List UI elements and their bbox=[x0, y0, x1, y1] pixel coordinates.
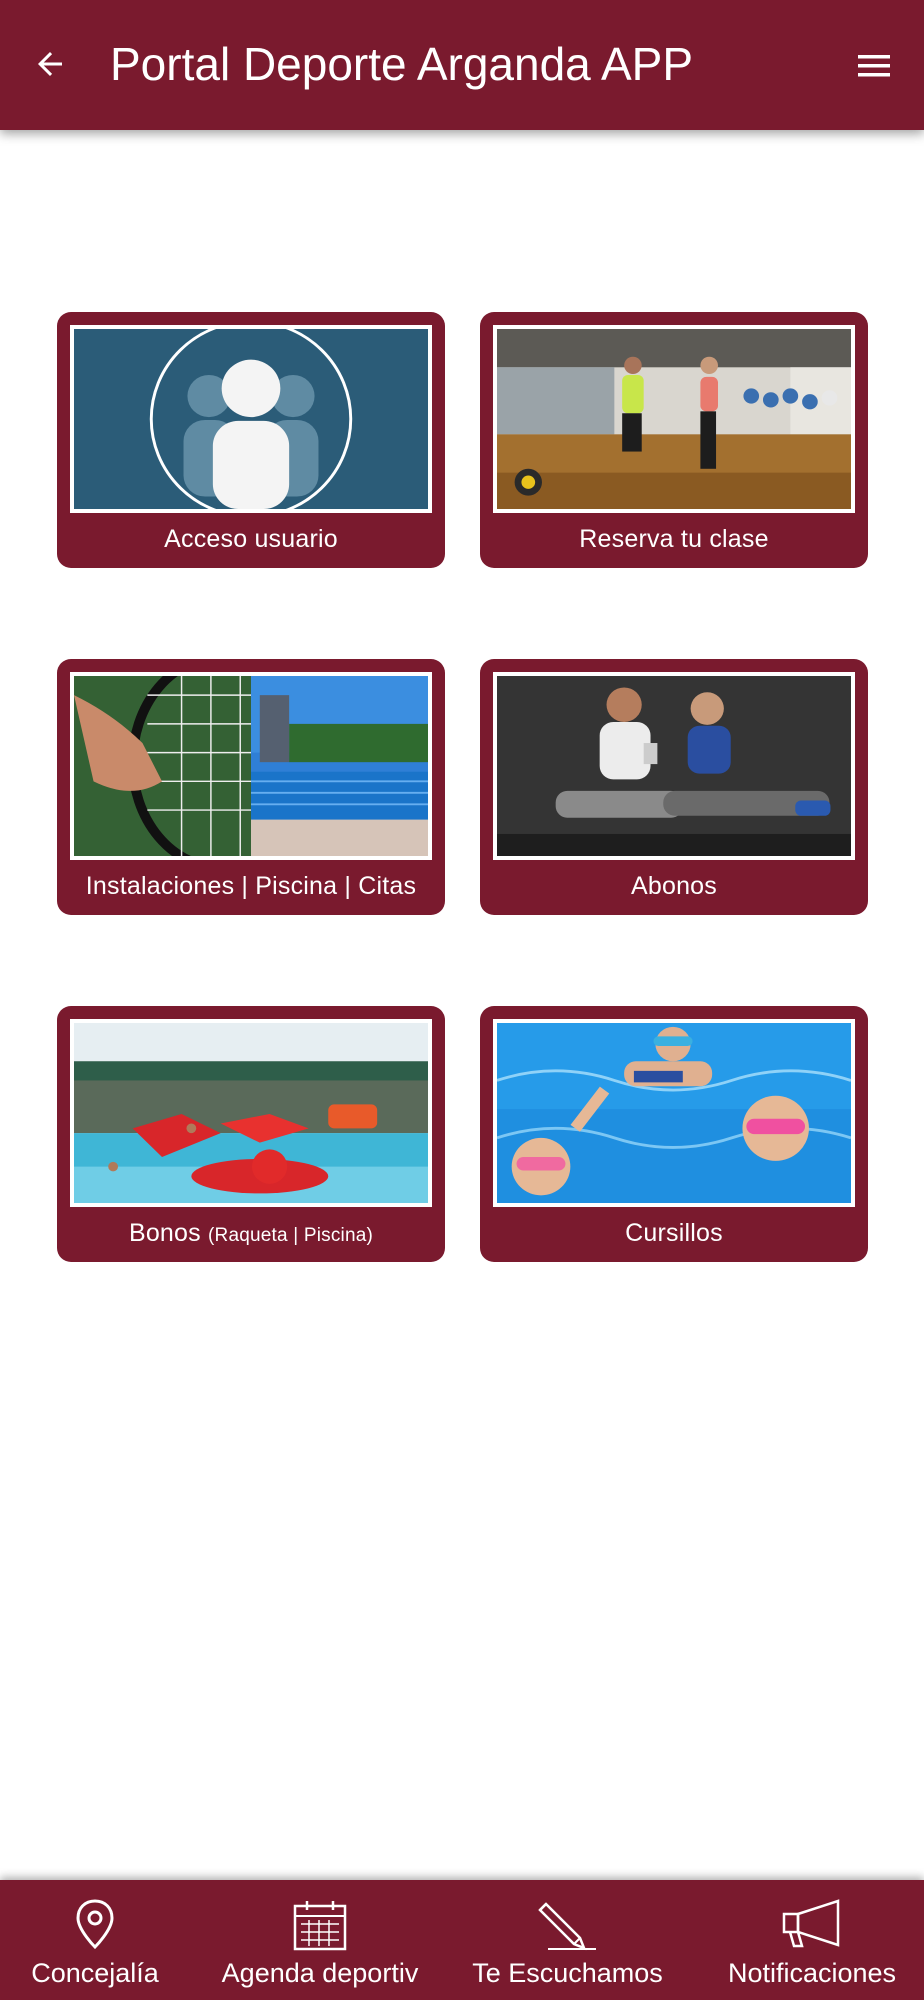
nav-label: Notificaciones bbox=[727, 1958, 897, 1988]
tile-acceso-usuario[interactable]: Acceso usuario bbox=[57, 312, 445, 568]
indoor-pool-image bbox=[70, 1019, 432, 1207]
tile-instalaciones[interactable]: Instalaciones | Piscina | Citas bbox=[57, 659, 445, 915]
pencil-icon bbox=[537, 1902, 596, 1951]
tile-label: Bonos (Raqueta | Piscina) bbox=[57, 1213, 445, 1253]
location-pin-icon bbox=[76, 1899, 114, 1950]
nav-item-te-escuchamos[interactable]: Te Escuchamos bbox=[450, 1880, 685, 2000]
megaphone-icon bbox=[782, 1899, 840, 1948]
tile-abonos[interactable]: Abonos bbox=[480, 659, 868, 915]
tile-label: Cursillos bbox=[625, 1219, 723, 1247]
nav-label: Te Escuchamos bbox=[472, 1958, 663, 1988]
calendar-icon bbox=[293, 1901, 347, 1951]
kids-swimming-image bbox=[493, 1019, 855, 1207]
tile-label-small: (Raqueta | Piscina) bbox=[208, 1225, 374, 1246]
nav-label: Agenda deportiv bbox=[221, 1958, 419, 1988]
tile-reserva-tu-clase[interactable]: Reserva tu clase bbox=[480, 312, 868, 568]
app-header: Portal Deporte Arganda APP bbox=[0, 0, 924, 130]
tennis-and-pool-image bbox=[70, 672, 432, 860]
nav-item-notificaciones[interactable]: Notificaciones bbox=[700, 1880, 924, 2000]
tile-label: Instalaciones | Piscina | Citas bbox=[85, 872, 417, 900]
bottom-navigation: Concejalía Agenda deportiv Te Escuchamos… bbox=[0, 1880, 924, 2000]
nav-item-agenda[interactable]: Agenda deportiv bbox=[210, 1880, 430, 2000]
couple-with-phone-image bbox=[493, 672, 855, 860]
hamburger-menu-icon bbox=[858, 55, 890, 77]
nav-label: Concejalía bbox=[31, 1958, 159, 1988]
tile-bonos[interactable]: Bonos (Raqueta | Piscina) bbox=[57, 1006, 445, 1262]
tile-label: Reserva tu clase bbox=[579, 525, 769, 553]
page-title: Portal Deporte Arganda APP bbox=[110, 38, 694, 90]
arrow-left-icon bbox=[38, 52, 62, 76]
tile-label-main: Bonos bbox=[128, 1219, 201, 1247]
tile-label: Abonos bbox=[631, 872, 717, 900]
tile-label: Acceso usuario bbox=[164, 525, 338, 553]
menu-button[interactable] bbox=[852, 44, 896, 88]
nav-item-concejalia[interactable]: Concejalía bbox=[0, 1880, 190, 2000]
fitness-class-image bbox=[493, 325, 855, 513]
user-avatar-image bbox=[70, 325, 432, 513]
back-button[interactable] bbox=[28, 42, 72, 86]
tile-cursillos[interactable]: Cursillos bbox=[480, 1006, 868, 1262]
